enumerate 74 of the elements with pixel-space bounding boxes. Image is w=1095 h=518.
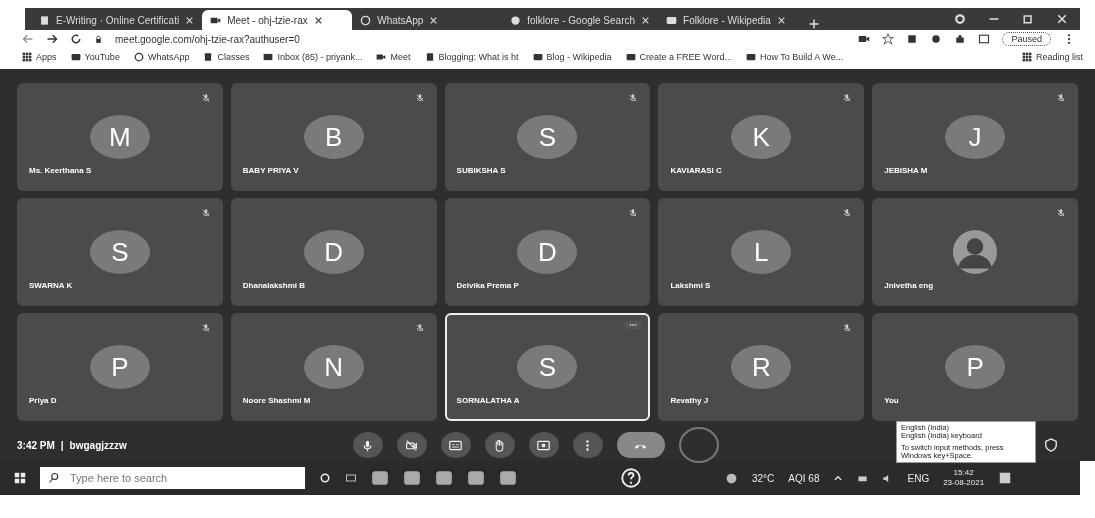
avatar: N [303,345,364,389]
language-indicator[interactable]: ENG [907,472,930,484]
participant-tile[interactable]: S SUBIKSHA S [444,83,651,191]
search-field[interactable]: Type here to search [40,467,305,489]
participant-tile[interactable]: L Lakshmi S [658,198,865,306]
participant-tile[interactable]: K KAVIARASI C [658,83,865,191]
bookmark[interactable]: Blog - Wikipedia [532,52,612,62]
bookmark[interactable]: Blogging: What is ht [424,52,519,62]
participant-tile[interactable]: P Priya D [17,313,223,421]
participant-name: Revathy J [670,396,709,405]
avatar: P [945,345,1006,389]
bookmark[interactable]: Create a FREE Word... [625,52,732,62]
participant-name: You [884,396,899,405]
participant-name: BABY PRIYA V [242,166,299,175]
browser-tab[interactable]: E-Writing · Online Certificati [31,10,203,30]
clock[interactable]: 15:42 23-08-2021 [943,468,985,488]
avatar: R [731,345,792,389]
participant-tile[interactable]: S SORNALATHA A [444,313,651,421]
avatar: L [731,230,792,274]
avatar: M [89,115,150,159]
tab-title: Meet - ohj-tzie-rax [227,14,308,26]
participant-tile[interactable]: B BABY PRIYA V [230,83,437,191]
avatar: D [517,230,578,274]
participant-name: Priya D [29,396,57,405]
participant-name: Lakshmi S [670,281,711,290]
participant-name: SWARNA K [29,281,73,290]
participant-tile[interactable]: M Ms. Keerthana S [17,83,223,191]
participant-tile[interactable]: Jnivetha eng [872,198,1078,306]
tab-title: E-Writing · Online Certificati [56,14,180,26]
participant-name: Jnivetha eng [884,281,934,290]
participant-tile[interactable]: N Noore Shashmi M [230,313,437,421]
avatar: S [89,230,150,274]
participant-tile[interactable]: R Revathy J [658,313,865,421]
participant-tile[interactable]: P You [872,313,1078,421]
browser-tab[interactable]: WhatsApp [352,10,503,30]
temperature: 32°C [752,472,775,484]
participant-name: Noore Shashmi M [242,396,311,405]
tab-title: WhatsApp [377,14,424,26]
participant-name: Ms. Keerthana S [29,166,92,175]
browser-tab[interactable]: folklore - Google Search [502,10,659,30]
air-quality: AQI 68 [788,472,820,484]
tab-title: folklore - Google Search [527,14,636,26]
bookmark[interactable]: YouTube [70,52,120,62]
avatar: S [517,345,578,389]
avatar: D [303,230,364,274]
meeting-time: 3:42 PM [17,439,55,451]
meeting-code: bwgagjzzzw [69,439,127,451]
participant-tile[interactable]: D Dhanalakshmi B [230,198,437,306]
separator: | [60,439,64,451]
address-field[interactable]: meet.google.com/ohj-tzie-rax?authuser=0 [115,33,300,45]
participant-tile[interactable]: D Deivika Prema P [444,198,651,306]
participant-name: SORNALATHA A [456,396,520,405]
participant-name: Dhanalakshmi B [242,281,306,290]
avatar: J [945,115,1006,159]
bookmark[interactable]: Apps [22,52,57,62]
tab-title: Folklore - Wikipedia [683,14,771,26]
participant-tile[interactable]: J JEBISHA M [872,83,1078,191]
bookmark[interactable]: How To Build A We... [745,52,844,62]
participant-name: SUBIKSHA S [456,166,506,175]
bookmark[interactable]: Classes [203,52,250,62]
reading-list-button[interactable]: Reading list [1021,52,1083,62]
avatar: B [303,115,364,159]
avatar: K [731,115,792,159]
avatar: P [89,345,150,389]
participant-tile[interactable]: S SWARNA K [17,198,223,306]
bookmark[interactable]: Meet [376,52,411,62]
participant-name: Deivika Prema P [456,281,519,290]
browser-tab[interactable]: Meet - ohj-tzie-rax [202,10,353,30]
participant-name: JEBISHA M [884,166,928,175]
bookmark[interactable]: WhatsApp [133,52,190,62]
participant-name: KAVIARASI C [670,166,722,175]
bookmark[interactable]: Inbox (85) - priyank... [263,52,363,62]
avatar: S [517,115,578,159]
browser-tab[interactable]: Folklore - Wikipedia [658,10,809,30]
